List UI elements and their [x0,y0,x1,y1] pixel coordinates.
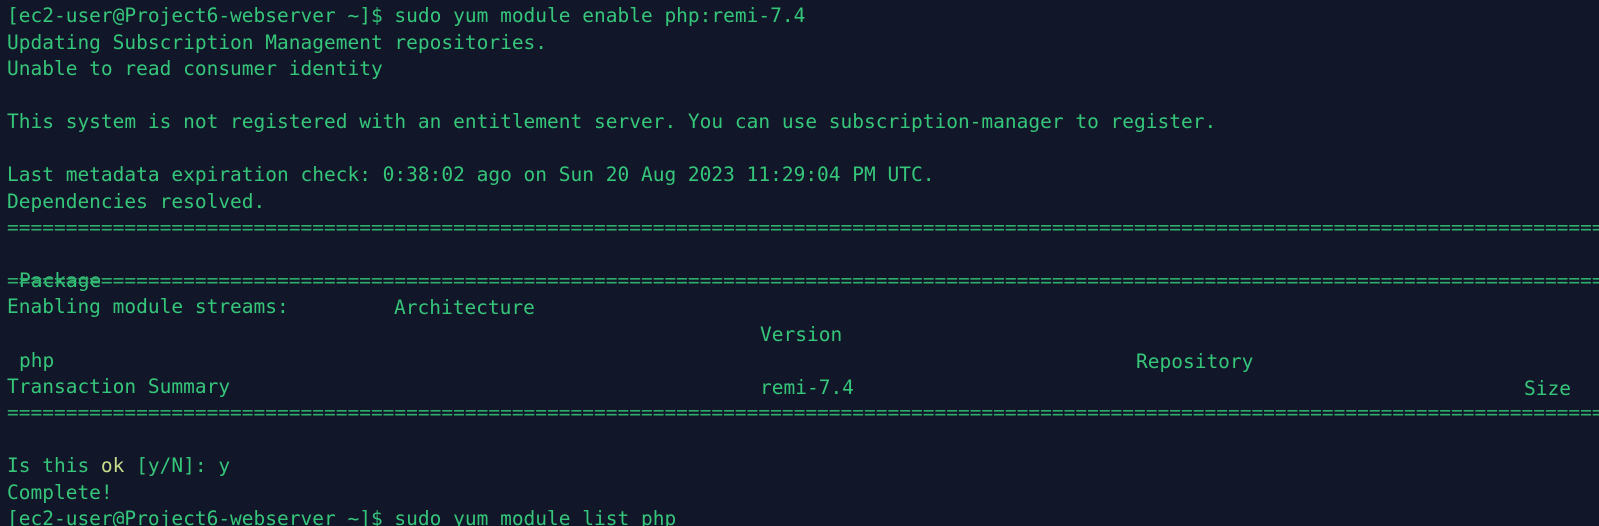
command-line-enable: [ec2-user@Project6-webserver ~]$ sudo yu… [7,4,806,27]
table-header-rule: ========================================… [7,269,1599,292]
output-dependencies-resolved: Dependencies resolved. [7,190,266,213]
header-architecture: Architecture [394,296,535,319]
command-line-list: [ec2-user@Project6-webserver ~]$ sudo yu… [7,507,677,526]
terminal-window[interactable]: [ec2-user@Project6-webserver ~]$ sudo yu… [0,0,1599,526]
prompt-ok-highlight: ok [100,454,125,477]
output-registration-notice: This system is not registered with an en… [7,110,1217,133]
table-row: php remi-7.4 [7,320,1599,399]
prompt-before: Is this [7,454,101,477]
transaction-summary-heading: Transaction Summary [7,375,231,398]
confirmation-prompt: Is this ok [y/N]: y [7,452,230,479]
header-repository: Repository [1136,350,1254,373]
table-header-row: Package Architecture Version Repository … [7,240,1599,400]
prompt-after: [y/N]: y [124,454,231,477]
output-complete: Complete! [7,481,113,504]
row-package-php: php [19,349,55,372]
output-consumer-identity: Unable to read consumer identity [7,57,383,80]
output-metadata-check: Last metadata expiration check: 0:38:02 … [7,163,935,186]
output-subscription-update: Updating Subscription Management reposit… [7,31,548,54]
section-enabling-module-streams: Enabling module streams: [7,295,289,318]
header-size: Size [1524,377,1571,400]
row-version-remi: remi-7.4 [760,376,854,399]
transaction-summary-rule: ========================================… [7,401,1599,424]
table-top-rule: ========================================… [7,216,1599,239]
